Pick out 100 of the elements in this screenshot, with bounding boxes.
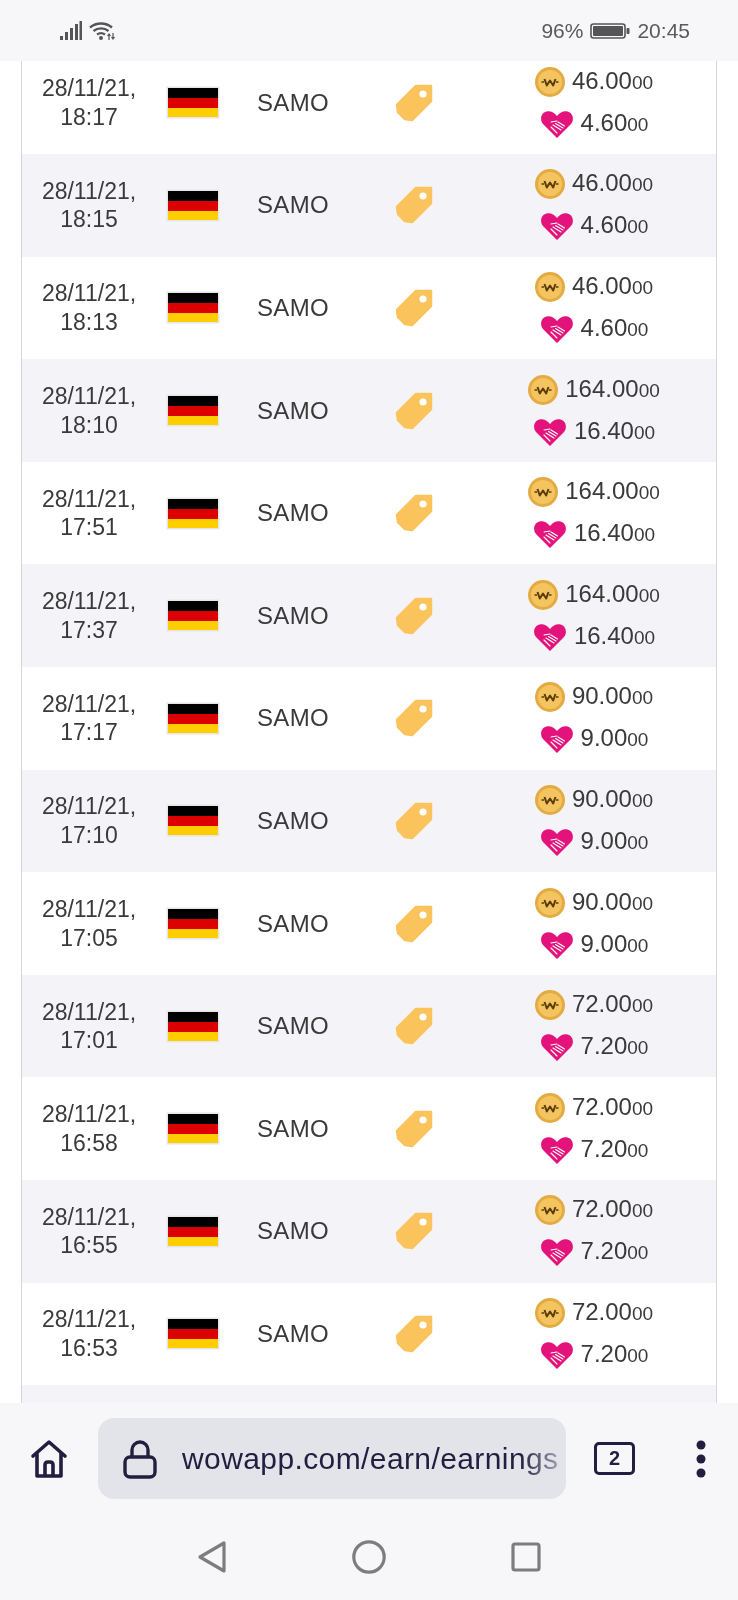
coin-amount: 164.0000 xyxy=(565,578,660,609)
coin-amount: 164.0000 xyxy=(565,373,660,404)
heart-icon xyxy=(539,1237,574,1268)
coin-amount: 46.0000 xyxy=(571,168,654,199)
date-cell-text: 28/11/21, 17:01 xyxy=(40,997,138,1055)
username-cell: SAMO xyxy=(257,1012,329,1041)
username-cell: SAMO xyxy=(257,499,329,528)
heart-amount: 4.6000 xyxy=(580,210,649,241)
username-cell: SAMO xyxy=(257,294,329,322)
flag-icon xyxy=(166,86,220,120)
flag-icon xyxy=(166,1214,220,1248)
tag-icon xyxy=(395,1109,433,1148)
date-cell-text: 28/11/21, 16:58 xyxy=(40,1100,138,1158)
coin-icon xyxy=(528,477,559,508)
tag-icon xyxy=(395,596,433,635)
date-cell-text: 28/11/21, 17:05 xyxy=(40,894,138,953)
heart-amount: 7.2000 xyxy=(580,1338,649,1369)
username-cell: SAMO xyxy=(257,909,329,938)
date-cell-text: 28/11/21, 17:37 xyxy=(40,587,138,645)
date-cell-text: 28/11/21, 18:13 xyxy=(40,279,138,337)
tag-icon xyxy=(395,391,433,430)
username-cell: SAMO xyxy=(257,191,329,220)
tag-icon xyxy=(395,83,433,122)
heart-icon xyxy=(532,621,567,652)
coin-icon xyxy=(534,169,565,200)
heart-amount: 4.6000 xyxy=(580,313,649,343)
date-cell-text: 28/11/21, 18:15 xyxy=(40,176,138,234)
battery-percentage: 96% xyxy=(541,18,584,43)
username-cell: SAMO xyxy=(257,1114,329,1143)
date-cell-text: 28/11/21, 18:10 xyxy=(40,382,138,440)
address-bar[interactable]: wowapp.com/earn/earnings xyxy=(98,1418,566,1499)
back-icon[interactable] xyxy=(197,1539,227,1574)
heart-icon xyxy=(539,1339,574,1370)
flag-icon xyxy=(166,599,220,633)
username-cell: SAMO xyxy=(257,704,329,733)
coin-amount: 46.0000 xyxy=(571,271,654,301)
heart-icon xyxy=(539,724,574,755)
coin-amount: 90.0000 xyxy=(571,886,654,917)
tag-icon xyxy=(395,699,433,738)
tag-icon xyxy=(395,494,433,533)
coin-icon xyxy=(534,1195,565,1226)
flag-icon xyxy=(166,701,220,735)
more-icon[interactable] xyxy=(696,1439,706,1478)
coin-amount: 164.0000 xyxy=(565,476,660,507)
username-cell: SAMO xyxy=(257,601,329,630)
username-cell: SAMO xyxy=(257,806,329,835)
username-cell: SAMO xyxy=(257,88,329,117)
lock-icon xyxy=(123,1438,157,1479)
coin-amount: 90.0000 xyxy=(571,783,654,814)
coin-icon xyxy=(534,66,565,97)
heart-icon xyxy=(539,108,574,139)
heart-amount: 9.0000 xyxy=(580,928,649,959)
heart-icon xyxy=(532,519,567,550)
signal-icon xyxy=(60,21,82,40)
heart-icon xyxy=(539,826,574,857)
username-cell: SAMO xyxy=(257,1319,329,1348)
date-cell-text: 28/11/21, 17:17 xyxy=(40,689,138,747)
coin-icon xyxy=(534,682,565,713)
date-cell-text: 28/11/21, 16:53 xyxy=(40,1305,138,1363)
flag-icon xyxy=(166,394,220,428)
coin-icon xyxy=(534,784,565,815)
home-icon[interactable] xyxy=(30,1438,68,1479)
heart-amount: 7.2000 xyxy=(580,1236,649,1267)
flag-icon xyxy=(166,1112,220,1146)
url-text: wowapp.com/earn/earnings xyxy=(182,1441,559,1476)
tag-icon xyxy=(395,289,433,327)
coin-amount: 46.0000 xyxy=(571,65,654,96)
date-cell-text: 28/11/21, 18:17 xyxy=(40,74,138,132)
coin-icon xyxy=(528,579,559,610)
flag-icon xyxy=(166,1009,220,1043)
username-cell: SAMO xyxy=(257,1217,329,1246)
tag-icon xyxy=(395,186,433,225)
heart-amount: 16.4000 xyxy=(573,620,656,651)
date-cell-text: 28/11/21, 16:55 xyxy=(40,1202,138,1260)
coin-amount: 72.0000 xyxy=(571,989,654,1020)
date-cell-text: 28/11/21, 17:10 xyxy=(40,792,138,850)
coin-icon xyxy=(534,990,565,1021)
tag-icon xyxy=(395,801,433,840)
recent-apps-icon[interactable] xyxy=(511,1541,541,1572)
wifi-icon xyxy=(89,21,115,40)
date-cell-text: 28/11/21, 17:51 xyxy=(40,484,138,542)
flag-icon xyxy=(166,496,220,530)
tag-icon xyxy=(395,1314,433,1353)
heart-amount: 16.4000 xyxy=(573,415,656,446)
coin-icon xyxy=(534,1297,565,1328)
tag-icon xyxy=(395,1212,433,1251)
heart-icon xyxy=(539,211,574,242)
flag-icon xyxy=(166,1317,220,1351)
tag-icon xyxy=(395,904,433,943)
heart-icon xyxy=(539,1134,574,1165)
coin-icon xyxy=(534,272,565,302)
coin-amount: 72.0000 xyxy=(571,1296,654,1327)
coin-icon xyxy=(534,887,565,918)
flag-icon xyxy=(166,804,220,838)
flag-icon xyxy=(166,907,220,941)
tabs-button[interactable]: 2 xyxy=(594,1442,635,1475)
battery-icon xyxy=(590,22,631,39)
flag-icon xyxy=(166,291,220,325)
heart-amount: 9.0000 xyxy=(580,723,649,754)
heart-amount: 4.6000 xyxy=(580,107,649,138)
